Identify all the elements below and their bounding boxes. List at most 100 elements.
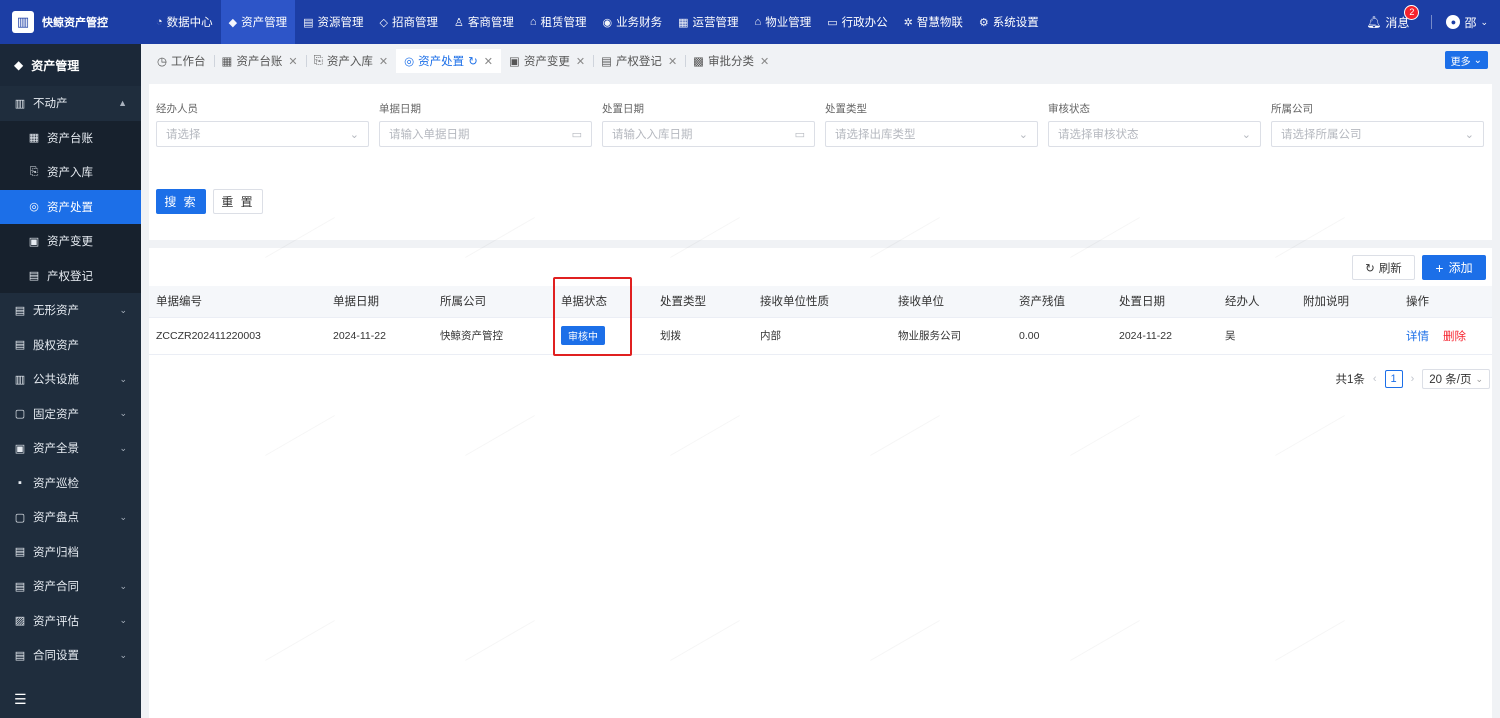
topnav-icon: ⌂	[529, 16, 537, 28]
tab-3[interactable]: ◎ 资产处置 ↻ ✕	[396, 49, 501, 73]
collapse-sidebar-button[interactable]: ☰	[0, 680, 141, 718]
tab-1[interactable]: ▦ 资产台账 ✕	[213, 49, 306, 73]
search-button[interactable]: 搜 索	[156, 189, 206, 214]
topnav-item-8[interactable]: ⌂ 物业管理	[747, 0, 820, 44]
cell-handler: 吴	[1218, 317, 1296, 355]
close-icon[interactable]: ✕	[760, 55, 769, 68]
topnav-item-6[interactable]: ◉ 业务财务	[595, 0, 671, 44]
chevron-icon: ▲	[118, 98, 127, 109]
next-page-icon[interactable]: ›	[1411, 373, 1415, 385]
filter-input[interactable]: 请选择出库类型 ⌄	[825, 121, 1038, 147]
chevron-down-icon: ⌄	[1475, 373, 1483, 384]
chevron-down-icon: ⌄	[349, 128, 359, 141]
sidebar-item-15[interactable]: ▨ 资产评估 ⌄	[0, 604, 141, 639]
topnav-item-3[interactable]: ◇ 招商管理	[372, 0, 446, 44]
sidebar-item-5[interactable]: ▤ 产权登记	[0, 258, 141, 293]
sidebar-item-16[interactable]: ▤ 合同设置 ⌄	[0, 638, 141, 673]
sidebar-item-13[interactable]: ▤ 资产归档	[0, 535, 141, 570]
close-icon[interactable]: ✕	[484, 55, 493, 68]
sidebar-item-10[interactable]: ▣ 资产全景 ⌄	[0, 431, 141, 466]
close-icon[interactable]: ✕	[576, 55, 585, 68]
topnav-item-10[interactable]: ✲ 智慧物联	[896, 0, 971, 44]
top-navigation-bar: ▥ 快鲸资产管控 ◔ 数据中心 ◆ 资产管理 ▤ 资源管理 ◇ 招商管理 ♙ 客商管理 ⌂ 租赁管理 ◉…	[0, 0, 1500, 44]
brand[interactable]: ▥ 快鲸资产管控	[0, 0, 148, 44]
sidebar-item-8[interactable]: ▥ 公共设施 ⌄	[0, 362, 141, 397]
tab-0[interactable]: ◷ 工作台	[149, 49, 214, 73]
tab-list: ◷ 工作台 ▦ 资产台账 ✕ ⎘ 资产入库 ✕ ◎ 资产处置 ↻ ✕ ▣ 资产变更 ✕ ▤ 产权登记 ✕ ▩ 审批分类…	[149, 49, 777, 73]
detail-link[interactable]: 详情	[1406, 331, 1429, 343]
sidebar-item-9[interactable]: ▢ 固定资产 ⌄	[0, 397, 141, 432]
filter-input[interactable]: 请输入入库日期 ▭	[602, 121, 815, 147]
page-size-select[interactable]: 20 条/页 ⌄	[1422, 369, 1490, 389]
filter-input[interactable]: 请输入单据日期 ▭	[379, 121, 592, 147]
sidebar-item-icon: ▤	[14, 546, 26, 559]
pagination-total: 共1条	[1335, 374, 1365, 386]
column-header: 单据编号	[149, 286, 326, 318]
avatar-icon: ●	[1446, 15, 1461, 29]
filter-panel: 经办人员 请选择 ⌄ 单据日期 请输入单据日期 ▭ 处置日期 请输入入库日期 ▭ 处置类型 请选择出…	[149, 84, 1492, 240]
filter-input[interactable]: 请选择所属公司 ⌄	[1271, 121, 1484, 147]
building-icon: ▥	[12, 11, 34, 33]
page-number[interactable]: 1	[1384, 370, 1403, 388]
topnav-icon: ▤	[303, 16, 314, 29]
filter-field-1: 单据日期 请输入单据日期 ▭	[379, 101, 592, 147]
tab-4[interactable]: ▣ 资产变更 ✕	[501, 49, 593, 73]
user-menu[interactable]: ● 邵 ⌄	[1446, 14, 1488, 31]
tab-6[interactable]: ▩ 审批分类 ✕	[685, 49, 777, 73]
topnav-item-2[interactable]: ▤ 资源管理	[295, 0, 371, 44]
tab-label: 资产处置	[418, 56, 465, 68]
sidebar-item-label: 资产巡检	[33, 477, 79, 490]
close-icon[interactable]: ✕	[288, 55, 297, 68]
delete-link[interactable]: 删除	[1443, 331, 1466, 343]
messages-button[interactable]: 🔔︎ 消息 2	[1366, 4, 1420, 31]
sidebar-item-label: 合同设置	[33, 650, 79, 663]
topnav-item-1[interactable]: ◆ 资产管理	[220, 0, 296, 44]
topnav-item-11[interactable]: ⚙ 系统设置	[971, 0, 1047, 44]
sidebar-item-7[interactable]: ▤ 股权资产	[0, 328, 141, 363]
sidebar-item-label: 资产归档	[33, 546, 79, 559]
topnav-icon: ♙	[454, 16, 464, 29]
sidebar-item-11[interactable]: ▪ 资产巡检	[0, 466, 141, 501]
topnav-item-7[interactable]: ▦ 运营管理	[670, 0, 746, 44]
sidebar-item-icon: ▤	[14, 649, 26, 662]
topnav-item-9[interactable]: ▭ 行政办公	[819, 0, 895, 44]
sidebar-item-6[interactable]: ▤ 无形资产 ⌄	[0, 293, 141, 328]
add-button[interactable]: + 添加	[1422, 255, 1486, 280]
filter-input[interactable]: 请选择 ⌄	[156, 121, 369, 147]
filter-placeholder: 请选择所属公司	[1281, 129, 1362, 141]
sidebar-item-icon: ▣	[14, 442, 26, 455]
filter-input[interactable]: 请选择审核状态 ⌄	[1048, 121, 1261, 147]
topnav-icon: ◔	[156, 16, 163, 28]
refresh-button[interactable]: ↻ 刷新	[1352, 255, 1415, 280]
tab-label: 审批分类	[708, 56, 755, 68]
sidebar-title[interactable]: ◆ 资产管理	[0, 44, 141, 86]
more-tabs-button[interactable]: 更多 ⌄	[1444, 51, 1488, 69]
topnav-item-5[interactable]: ⌂ 租赁管理	[522, 0, 595, 44]
sidebar-item-label: 资产处置	[47, 201, 93, 214]
filter-placeholder: 请选择审核状态	[1058, 129, 1139, 141]
close-icon[interactable]: ✕	[379, 55, 388, 68]
topnav-item-0[interactable]: ◔ 数据中心	[148, 0, 221, 44]
tab-2[interactable]: ⎘ 资产入库 ✕	[305, 49, 396, 73]
reset-button[interactable]: 重 置	[213, 189, 263, 214]
tab-5[interactable]: ▤ 产权登记 ✕	[593, 49, 685, 73]
sidebar-item-14[interactable]: ▤ 资产合同 ⌄	[0, 569, 141, 604]
sidebar-item-4[interactable]: ▣ 资产变更	[0, 224, 141, 259]
prev-page-icon[interactable]: ‹	[1373, 373, 1377, 385]
sidebar-item-icon: ▦	[28, 132, 40, 145]
close-icon[interactable]: ✕	[668, 55, 677, 68]
column-header: 经办人	[1218, 286, 1296, 318]
filter-placeholder: 请输入入库日期	[612, 129, 693, 141]
sidebar-item-0[interactable]: ▥ 不动产 ▲	[0, 86, 141, 121]
sidebar-item-3[interactable]: ◎ 资产处置	[0, 189, 141, 224]
sidebar-item-2[interactable]: ⎘ 资产入库	[0, 155, 141, 190]
cell-no: ZCCZR202411220003	[149, 317, 326, 355]
cell-note	[1296, 317, 1399, 355]
more-tabs-label: 更多	[1450, 56, 1471, 68]
reload-icon[interactable]: ↻	[468, 54, 478, 68]
sidebar-item-12[interactable]: ▢ 资产盘点 ⌄	[0, 500, 141, 535]
topnav-label: 客商管理	[467, 17, 514, 29]
topnav-item-4[interactable]: ♙ 客商管理	[446, 0, 522, 44]
filter-field-5: 所属公司 请选择所属公司 ⌄	[1271, 101, 1484, 147]
sidebar-item-1[interactable]: ▦ 资产台账	[0, 120, 141, 155]
